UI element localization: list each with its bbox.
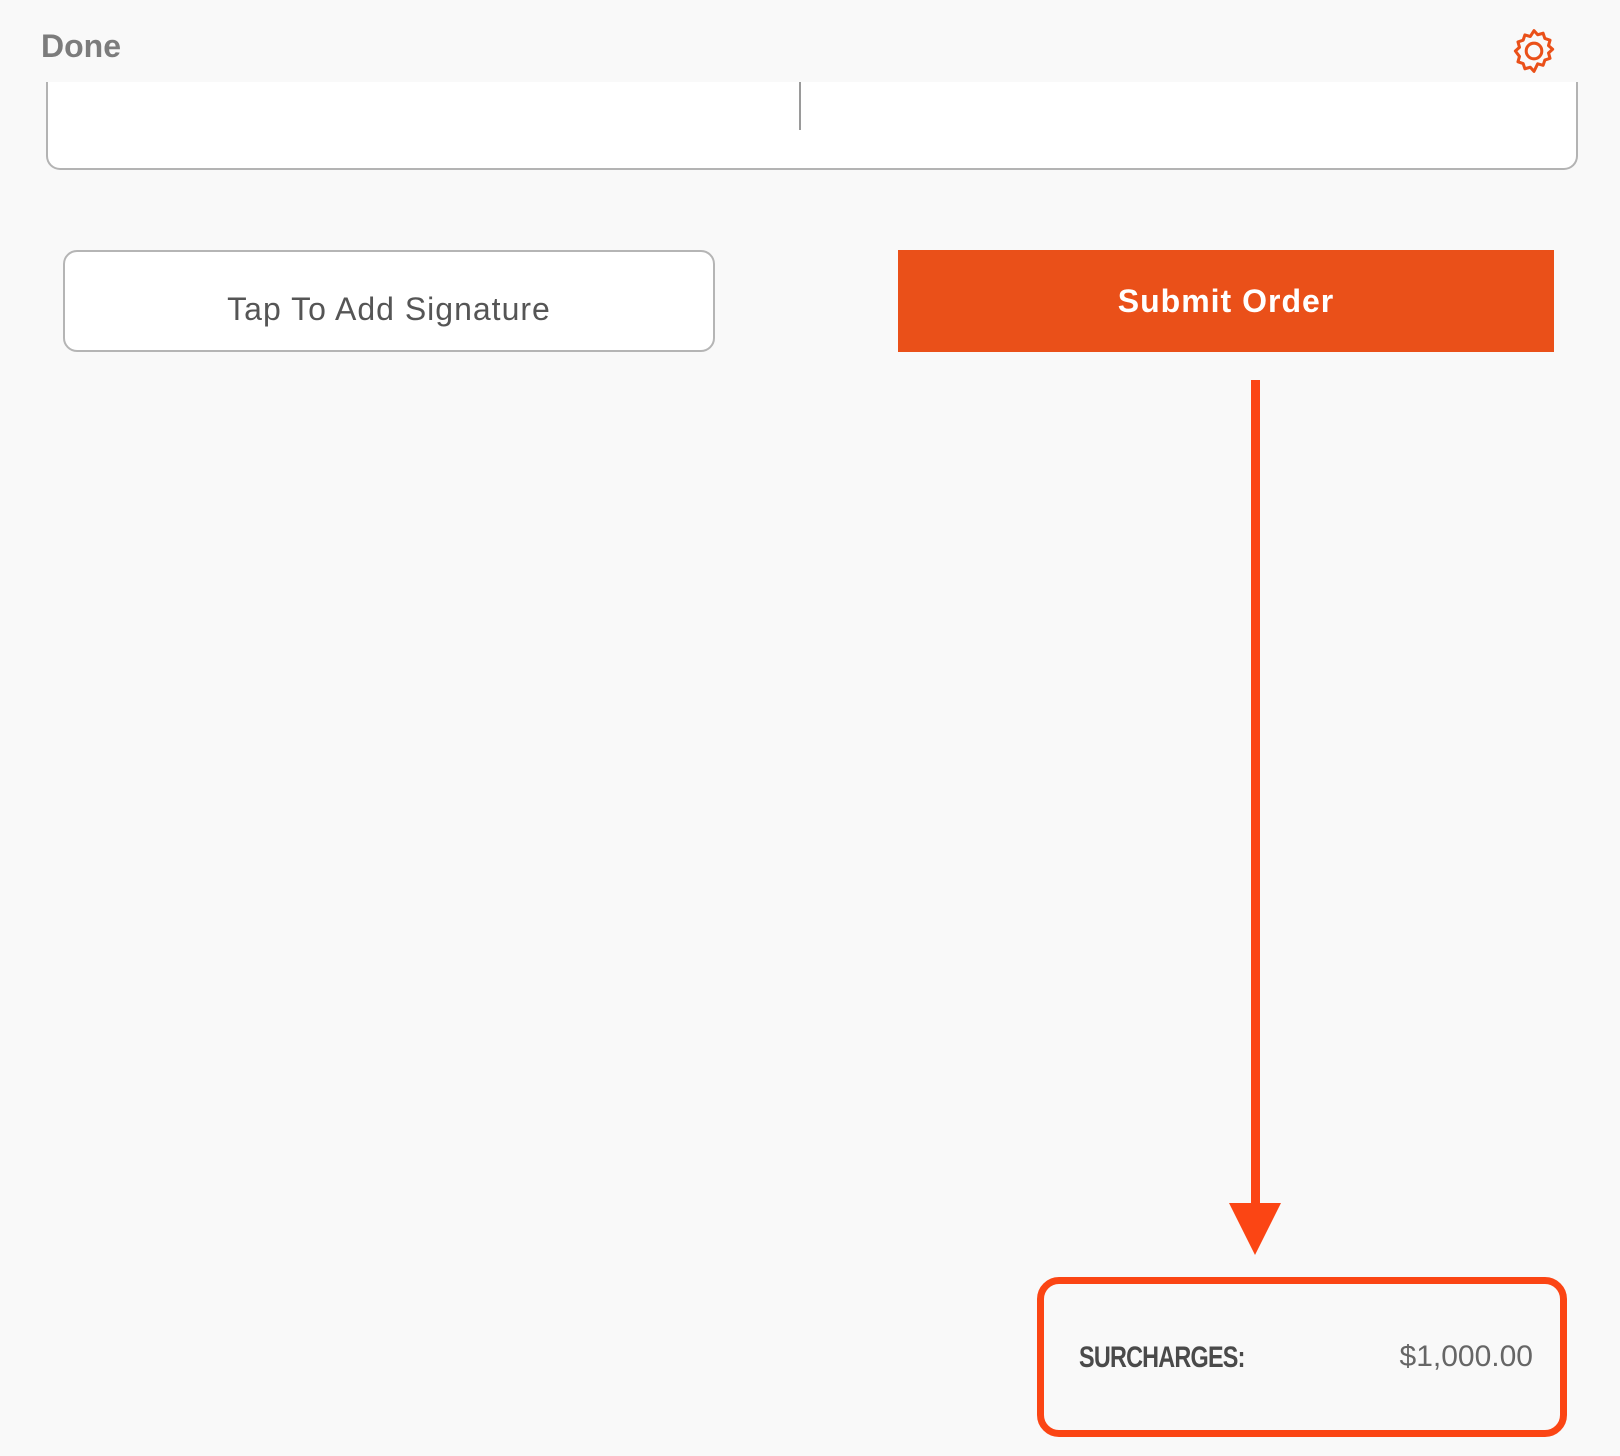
done-button[interactable]: Done bbox=[41, 28, 121, 65]
gear-icon[interactable] bbox=[1508, 25, 1560, 77]
submit-order-label: Submit Order bbox=[1117, 282, 1335, 319]
surcharges-highlight-box: SURCHARGES: $1,000.00 bbox=[1037, 1277, 1567, 1437]
surcharges-label: SURCHARGES: bbox=[1079, 1341, 1245, 1374]
field-divider bbox=[799, 82, 801, 130]
add-signature-label: Tap To Add Signature bbox=[227, 290, 551, 327]
add-signature-button[interactable]: Tap To Add Signature bbox=[63, 250, 715, 352]
annotation-arrow-down-icon bbox=[1229, 380, 1281, 1255]
submit-order-button[interactable]: Submit Order bbox=[898, 250, 1554, 352]
surcharges-value: $1,000.00 bbox=[1399, 1340, 1533, 1373]
form-fields-panel bbox=[46, 82, 1578, 170]
